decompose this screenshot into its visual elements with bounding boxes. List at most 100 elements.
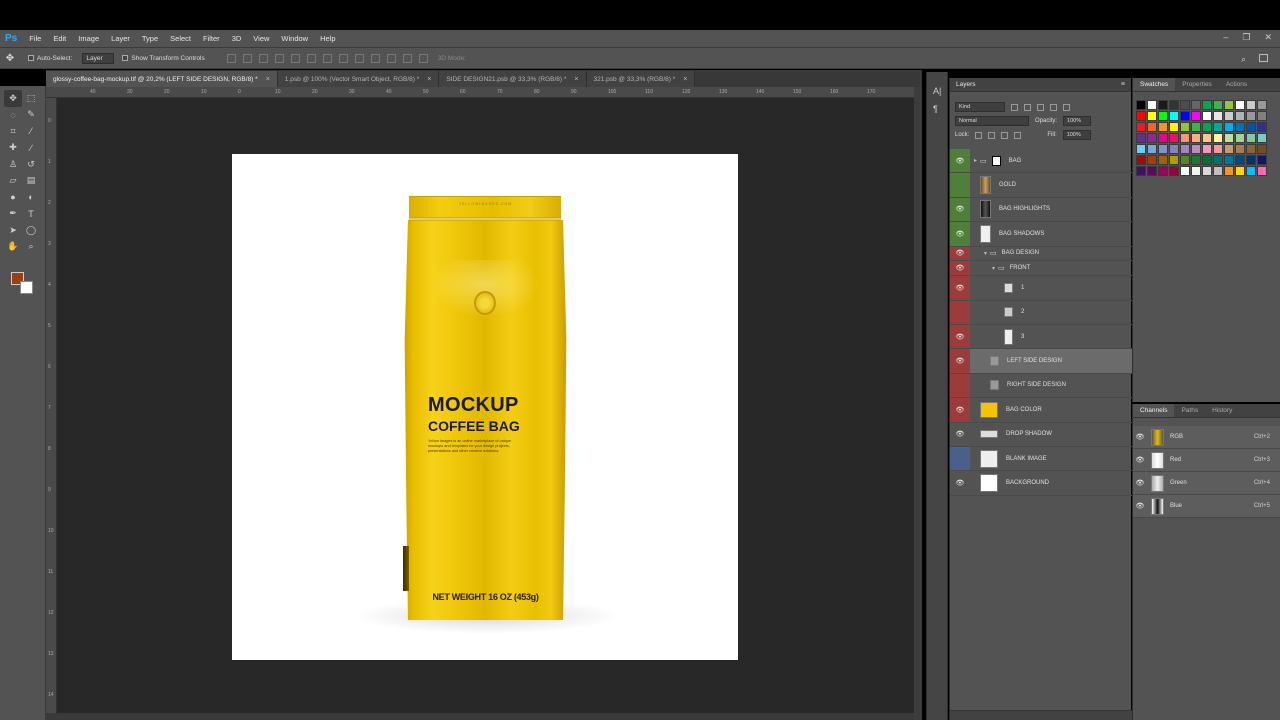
color-swatch[interactable]	[1169, 155, 1179, 165]
layer-row[interactable]: 👁 BACKGROUND	[950, 471, 1132, 496]
color-swatch[interactable]	[1147, 144, 1157, 154]
color-swatch[interactable]	[1257, 155, 1267, 165]
eyedropper-tool-icon[interactable]: ⁄	[22, 123, 40, 140]
restore-button[interactable]: ❐	[1242, 32, 1250, 43]
expand-arrow-icon[interactable]: ▸	[974, 157, 977, 164]
layer-row[interactable]: 👁 ▾ ▭ BAG DESIGN	[950, 246, 1132, 262]
kind-filter-dropdown[interactable]: Kind	[955, 102, 1005, 112]
gradient-tool-icon[interactable]: ▤	[22, 173, 40, 190]
color-swatch[interactable]	[1202, 155, 1212, 165]
auto-align-icon[interactable]	[418, 53, 428, 63]
layer-row[interactable]: GOLD	[950, 173, 1132, 198]
menu-file[interactable]: File	[23, 34, 47, 43]
hand-tool-icon[interactable]: ✋	[4, 239, 22, 256]
menu-window[interactable]: Window	[275, 34, 314, 43]
layers-panel-title[interactable]: Layers	[956, 81, 976, 88]
color-swatch[interactable]	[1136, 122, 1146, 132]
color-swatch[interactable]	[1147, 111, 1157, 121]
tab-close-icon[interactable]: ×	[683, 76, 687, 83]
color-swatch[interactable]	[1213, 122, 1223, 132]
menu-select[interactable]: Select	[164, 34, 197, 43]
layer-row[interactable]: 2	[950, 300, 1132, 325]
tab-actions[interactable]: Actions	[1219, 78, 1254, 91]
color-swatch[interactable]	[1235, 122, 1245, 132]
visibility-eye-icon[interactable]: 👁	[950, 261, 970, 276]
document-tab[interactable]: SIDE DESIGN21.psb @ 33,3% (RGB/8) * ×	[439, 71, 587, 87]
color-swatch[interactable]	[1147, 166, 1157, 176]
color-swatch[interactable]	[1202, 166, 1212, 176]
align-left-icon[interactable]	[274, 53, 284, 63]
color-swatch[interactable]	[1224, 155, 1234, 165]
distribute-hcenter-icon[interactable]	[386, 53, 396, 63]
color-swatch[interactable]	[1246, 100, 1256, 110]
marquee-tool-icon[interactable]: ⬚	[22, 90, 40, 107]
layer-row[interactable]: 👁 DROP SHADOW	[950, 423, 1132, 447]
color-swatch[interactable]	[1180, 155, 1190, 165]
color-swatch[interactable]	[1224, 144, 1234, 154]
menu-filter[interactable]: Filter	[197, 34, 226, 43]
lock-image-icon[interactable]	[988, 131, 996, 139]
color-swatch[interactable]	[1202, 144, 1212, 154]
visibility-eye-icon[interactable]	[950, 173, 970, 197]
align-top-icon[interactable]	[226, 53, 236, 63]
menu-layer[interactable]: Layer	[105, 34, 136, 43]
paragraph-panel-icon[interactable]: ¶	[933, 104, 938, 114]
color-swatch[interactable]	[1180, 133, 1190, 143]
layer-row[interactable]: 👁 BAG SHADOWS	[950, 222, 1132, 247]
opacity-input[interactable]: 100%	[1063, 116, 1092, 126]
color-swatch[interactable]	[1213, 166, 1223, 176]
color-swatch[interactable]	[1180, 144, 1190, 154]
shape-filter-icon[interactable]	[1050, 103, 1057, 111]
tab-swatches[interactable]: Swatches	[1133, 78, 1176, 91]
color-swatch[interactable]	[1191, 155, 1201, 165]
adjustment-filter-icon[interactable]	[1024, 103, 1031, 111]
color-swatch[interactable]	[1257, 111, 1267, 121]
clone-stamp-tool-icon[interactable]: ♙	[4, 156, 22, 173]
color-swatch[interactable]	[1202, 111, 1212, 121]
lock-transparent-icon[interactable]	[975, 131, 983, 139]
menu-help[interactable]: Help	[314, 34, 341, 43]
color-swatch[interactable]	[1202, 100, 1212, 110]
color-swatch[interactable]	[1158, 100, 1168, 110]
menu-type[interactable]: Type	[136, 34, 164, 43]
color-swatch[interactable]	[1257, 133, 1267, 143]
visibility-eye-icon[interactable]: 👁	[950, 423, 970, 446]
color-swatch[interactable]	[1246, 155, 1256, 165]
color-swatch[interactable]	[1158, 111, 1168, 121]
path-selection-tool-icon[interactable]: ➤	[4, 222, 22, 239]
pixel-filter-icon[interactable]	[1011, 103, 1018, 111]
vertical-ruler[interactable]: 0 1 2 3 4 5 6 7 8 9 10 11 12 13 14	[46, 98, 57, 720]
eraser-tool-icon[interactable]: ▱	[4, 173, 22, 190]
layer-row[interactable]: 👁 1	[950, 276, 1132, 301]
align-vcenter-icon[interactable]	[242, 53, 252, 63]
color-swatch[interactable]	[1257, 122, 1267, 132]
distribute-top-icon[interactable]	[322, 53, 332, 63]
type-filter-icon[interactable]	[1037, 103, 1044, 111]
expand-arrow-icon[interactable]: ▾	[984, 250, 987, 257]
layer-row[interactable]: 👁 BAG HIGHLIGHTS	[950, 197, 1132, 223]
visibility-eye-icon[interactable]: 👁	[950, 276, 970, 300]
color-swatch[interactable]	[1224, 122, 1234, 132]
color-swatch[interactable]	[1169, 122, 1179, 132]
color-swatch[interactable]	[1136, 133, 1146, 143]
color-swatch[interactable]	[1235, 155, 1245, 165]
color-swatch[interactable]	[1136, 111, 1146, 121]
visibility-eye-icon[interactable]: 👁	[1133, 456, 1147, 464]
color-swatch[interactable]	[1191, 166, 1201, 176]
visibility-eye-icon[interactable]: 👁	[1133, 433, 1147, 441]
color-swatch[interactable]	[1169, 111, 1179, 121]
type-tool-icon[interactable]: T	[22, 206, 40, 223]
horizontal-ruler[interactable]: 40 30 20 10 0 10 20 30 40 50 60 70 80 90 100 110 120 130 1…	[46, 87, 914, 98]
visibility-eye-icon[interactable]: 👁	[950, 349, 970, 373]
color-swatch[interactable]	[1246, 122, 1256, 132]
smart-object-filter-icon[interactable]	[1063, 103, 1070, 111]
color-swatch[interactable]	[1235, 166, 1245, 176]
align-right-icon[interactable]	[306, 53, 316, 63]
blend-mode-dropdown[interactable]: Normal	[955, 116, 1029, 126]
checkbox-box[interactable]	[28, 55, 34, 61]
visibility-eye-icon[interactable]: 👁	[950, 149, 970, 173]
color-swatch[interactable]	[1147, 133, 1157, 143]
color-swatch[interactable]	[1224, 133, 1234, 143]
tab-history[interactable]: History	[1205, 404, 1239, 417]
tab-close-icon[interactable]: ×	[266, 76, 270, 83]
